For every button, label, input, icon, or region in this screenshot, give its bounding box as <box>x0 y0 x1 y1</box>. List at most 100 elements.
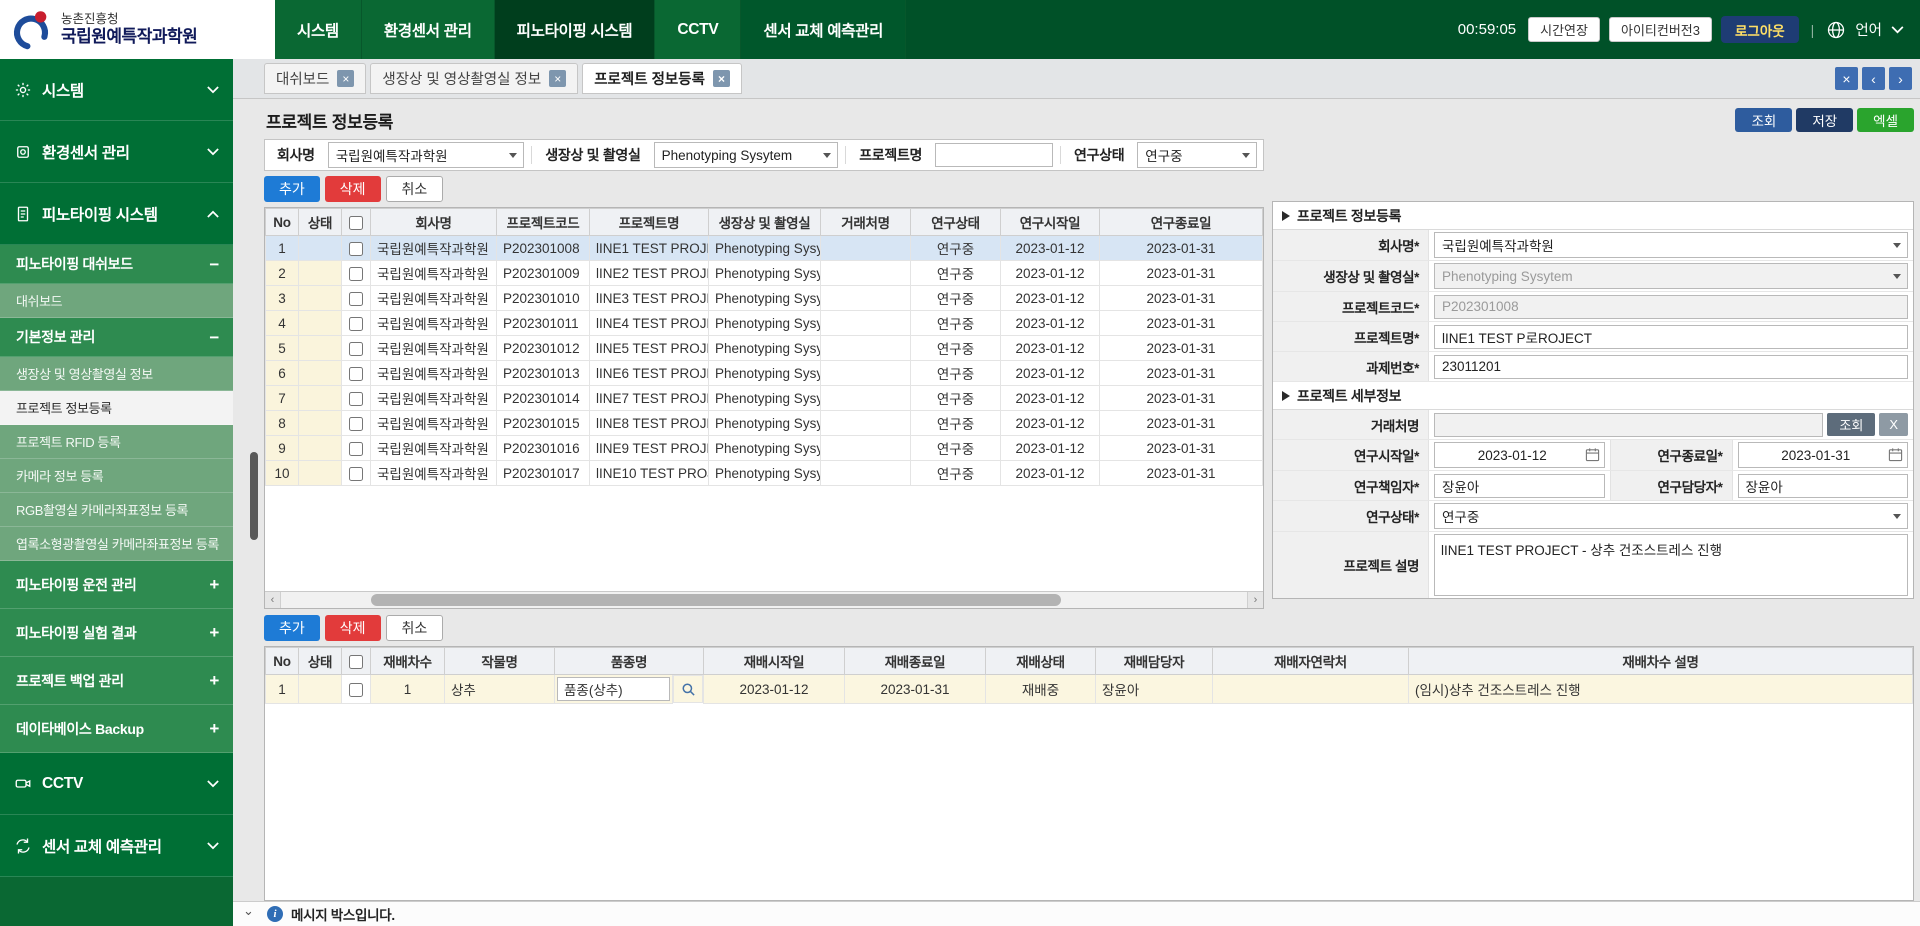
row-checkbox[interactable] <box>349 683 363 697</box>
row-checkbox[interactable] <box>349 467 363 481</box>
status-filter-select[interactable]: 연구중 <box>1137 142 1257 168</box>
cancel-button[interactable]: 취소 <box>386 615 444 641</box>
excel-button[interactable]: 엑셀 <box>1857 108 1914 132</box>
close-all-tabs-button[interactable]: × <box>1835 67 1858 90</box>
sidebar-item-sensor-replace[interactable]: 센서 교체 예측관리 <box>0 815 233 877</box>
nav-sensor-replace[interactable]: 센서 교체 예측관리 <box>741 0 906 59</box>
sidebar-group-operation[interactable]: 피노타이핑 운전 관리 + <box>0 561 233 609</box>
scrollbar-thumb[interactable] <box>371 594 1061 606</box>
save-button[interactable]: 저장 <box>1796 108 1853 132</box>
scroll-tabs-left-button[interactable]: ‹ <box>1862 67 1885 90</box>
table-row[interactable]: 5 국립원예특작과학원 P202301012 lINE5 TEST PROJEC… <box>266 336 1263 361</box>
row-checkbox[interactable] <box>349 442 363 456</box>
table-row[interactable]: 6 국립원예특작과학원 P202301013 lINE6 TEST PROJEC… <box>266 361 1263 386</box>
add-button[interactable]: 추가 <box>264 176 320 202</box>
project-table-body: 1 국립원예특작과학원 P202301008 lINE1 TEST PROJEC… <box>266 236 1263 486</box>
table-row[interactable]: 3 국립원예특작과학원 P202301010 lINE3 TEST PROJEC… <box>266 286 1263 311</box>
research-leader-input[interactable] <box>1434 474 1605 498</box>
sidebar-item-rgb-camera-coords[interactable]: RGB촬영실 카메라좌표정보 등록 <box>0 493 233 527</box>
sidebar-item-label: 피노타이핑 시스템 <box>42 203 158 225</box>
sidebar-item-system[interactable]: 시스템 <box>0 59 233 121</box>
sidebar-item-phenotyping[interactable]: 피노타이핑 시스템 <box>0 183 233 245</box>
table-row[interactable]: 1 1 상추 품종(상추) <box>266 675 1913 704</box>
language-label[interactable]: 언어 <box>1855 19 1882 40</box>
table-row[interactable]: 4 국립원예특작과학원 P202301011 lINE4 TEST PROJEC… <box>266 311 1263 336</box>
tab-close-icon[interactable]: × <box>713 70 730 87</box>
row-checkbox[interactable] <box>349 317 363 331</box>
client-search-button[interactable]: 조회 <box>1827 413 1875 436</box>
cancel-button[interactable]: 취소 <box>386 176 444 202</box>
row-checkbox[interactable] <box>349 392 363 406</box>
select-all-checkbox[interactable] <box>349 216 363 230</box>
search-icon[interactable] <box>673 675 703 703</box>
tab-close-icon[interactable]: × <box>549 70 566 87</box>
chamber-select[interactable]: Phenotyping Sysytem <box>1434 263 1908 289</box>
sidebar-item-project-rfid[interactable]: 프로젝트 RFID 등록 <box>0 425 233 459</box>
row-checkbox[interactable] <box>349 292 363 306</box>
nav-cctv[interactable]: CCTV <box>655 0 741 59</box>
sidebar-item-chlorophyll-camera-coords[interactable]: 엽록소형광촬영실 카메라좌표정보 등록 <box>0 527 233 561</box>
sidebar-item-chamber-info[interactable]: 생장상 및 영상촬영실 정보 <box>0 357 233 391</box>
table-row[interactable]: 9 국립원예특작과학원 P202301016 lINE9 TEST PROJEC… <box>266 436 1263 461</box>
logout-button[interactable]: 로그아웃 <box>1721 16 1799 43</box>
project-name-filter-input[interactable] <box>935 143 1053 167</box>
nav-system[interactable]: 시스템 <box>275 0 362 59</box>
research-manager-input[interactable] <box>1738 474 1909 498</box>
client-clear-button[interactable]: X <box>1879 413 1908 436</box>
scroll-down-hint-icon[interactable]: ⌄ <box>243 903 254 919</box>
row-checkbox[interactable] <box>349 242 363 256</box>
table-row[interactable]: 2 국립원예특작과학원 P202301009 lINE2 TEST PROJEC… <box>266 261 1263 286</box>
tab-close-icon[interactable]: × <box>337 70 354 87</box>
company-filter-select[interactable]: 국립원예특작과학원 <box>328 142 525 168</box>
start-date-input[interactable]: 2023-01-12 <box>1434 442 1605 468</box>
variety-input[interactable]: 품종(상추) <box>557 677 670 701</box>
vertical-scrollbar-thumb[interactable] <box>250 452 258 540</box>
chamber-filter-select[interactable]: Phenotyping Sysytem <box>654 142 839 168</box>
add-button[interactable]: 추가 <box>264 615 320 641</box>
tab-chamber-info[interactable]: 생장상 및 영상촬영실 정보 × <box>370 63 578 94</box>
tab-project-registration[interactable]: 프로젝트 정보등록 × <box>582 63 742 94</box>
sidebar-item-dashboard[interactable]: 대쉬보드 <box>0 284 233 318</box>
end-date-input[interactable]: 2023-01-31 <box>1738 442 1909 468</box>
delete-button[interactable]: 삭제 <box>325 176 381 202</box>
nav-env-sensor[interactable]: 환경센서 관리 <box>362 0 495 59</box>
project-name-input[interactable] <box>1434 325 1908 349</box>
sidebar: 시스템 환경센서 관리 피노타이핑 시스템 <box>0 59 233 926</box>
task-number-input[interactable] <box>1434 355 1908 379</box>
sidebar-group-project-backup[interactable]: 프로젝트 백업 관리 + <box>0 657 233 705</box>
research-status-select[interactable]: 연구중 <box>1434 503 1908 529</box>
table-row[interactable]: 8 국립원예특작과학원 P202301015 lINE8 TEST PROJEC… <box>266 411 1263 436</box>
extend-time-button[interactable]: 시간연장 <box>1528 17 1600 42</box>
tab-dashboard[interactable]: 대쉬보드 × <box>264 63 366 94</box>
query-button[interactable]: 조회 <box>1735 108 1792 132</box>
row-checkbox[interactable] <box>349 367 363 381</box>
company-select[interactable]: 국립원예특작과학원 <box>1434 232 1908 258</box>
sidebar-item-camera-info[interactable]: 카메라 정보 등록 <box>0 459 233 493</box>
scroll-left-button[interactable]: ‹ <box>265 592 281 608</box>
project-description-textarea[interactable] <box>1434 534 1908 596</box>
delete-button[interactable]: 삭제 <box>325 615 381 641</box>
scroll-right-button[interactable]: › <box>1247 592 1263 608</box>
sidebar-item-env-sensor[interactable]: 환경센서 관리 <box>0 121 233 183</box>
select-all-checkbox[interactable] <box>349 655 363 669</box>
sidebar-item-project-registration[interactable]: 프로젝트 정보등록 <box>0 391 233 425</box>
table-row[interactable]: 10 국립원예특작과학원 P202301017 lINE10 TEST PROJ… <box>266 461 1263 486</box>
row-checkbox[interactable] <box>349 342 363 356</box>
scroll-tabs-right-button[interactable]: › <box>1889 67 1912 90</box>
table-row[interactable]: 1 국립원예특작과학원 P202301008 lINE1 TEST PROJEC… <box>266 236 1263 261</box>
calendar-icon[interactable] <box>1585 447 1600 462</box>
chevron-down-icon[interactable] <box>1891 26 1904 34</box>
globe-icon[interactable] <box>1826 20 1846 40</box>
calendar-icon[interactable] <box>1888 447 1903 462</box>
nav-phenotyping[interactable]: 피노타이핑 시스템 <box>495 0 656 59</box>
sidebar-group-phenotyping-dashboard[interactable]: 피노타이핑 대쉬보드 − <box>0 245 233 284</box>
table-row[interactable]: 7 국립원예특작과학원 P202301014 lINE7 TEST PROJEC… <box>266 386 1263 411</box>
sidebar-group-basic-info[interactable]: 기본정보 관리 − <box>0 318 233 357</box>
sidebar-group-database-backup[interactable]: 데이타베이스 Backup + <box>0 705 233 753</box>
row-checkbox[interactable] <box>349 267 363 281</box>
sidebar-group-experiment-results[interactable]: 피노타이핑 실험 결과 + <box>0 609 233 657</box>
sidebar-item-cctv[interactable]: CCTV <box>0 753 233 815</box>
row-checkbox[interactable] <box>349 417 363 431</box>
brand-logo-area[interactable]: 농촌진흥청 국립원예특작과학원 <box>0 0 275 59</box>
user-account-button[interactable]: 아이티컨버전3 <box>1609 17 1712 42</box>
